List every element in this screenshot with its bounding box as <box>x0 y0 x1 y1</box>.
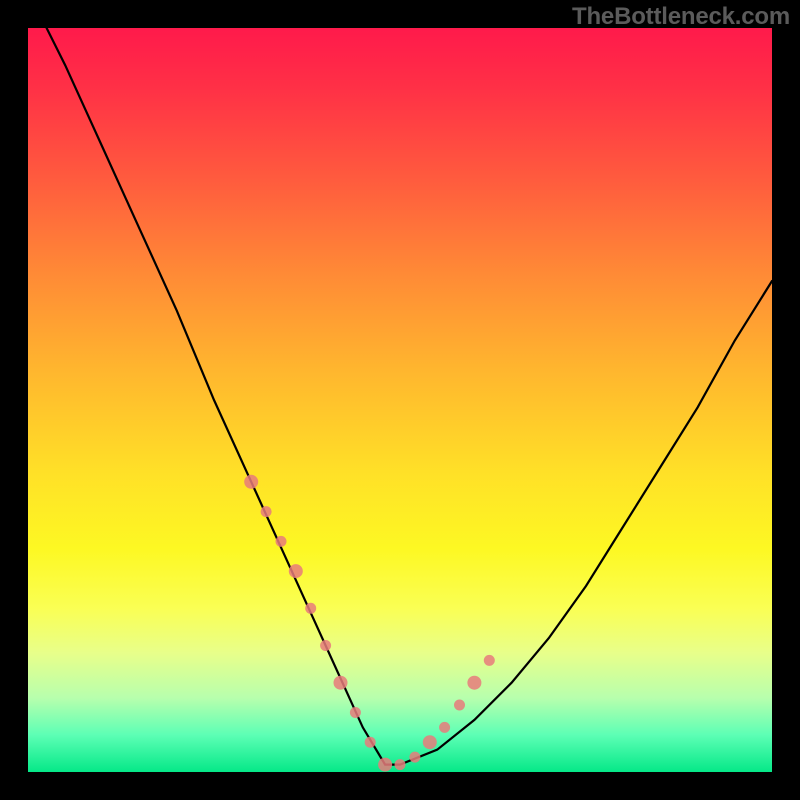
marker-dot <box>320 640 331 651</box>
marker-dot <box>395 759 406 770</box>
marker-dot <box>350 707 361 718</box>
marker-dot <box>289 564 303 578</box>
plot-area <box>28 28 772 772</box>
curve-line <box>28 28 772 765</box>
marker-dot <box>365 737 376 748</box>
marker-dot <box>423 735 437 749</box>
marker-dot <box>454 700 465 711</box>
bottleneck-curve <box>28 28 772 772</box>
marker-dot <box>439 722 450 733</box>
marker-dot <box>409 752 420 763</box>
chart-frame: TheBottleneck.com <box>0 0 800 800</box>
curve-markers <box>244 475 495 772</box>
marker-dot <box>484 655 495 666</box>
watermark-text: TheBottleneck.com <box>572 3 790 31</box>
marker-dot <box>276 536 287 547</box>
marker-dot <box>305 603 316 614</box>
marker-dot <box>334 676 348 690</box>
marker-dot <box>378 758 392 772</box>
marker-dot <box>467 676 481 690</box>
marker-dot <box>261 506 272 517</box>
marker-dot <box>244 475 258 489</box>
